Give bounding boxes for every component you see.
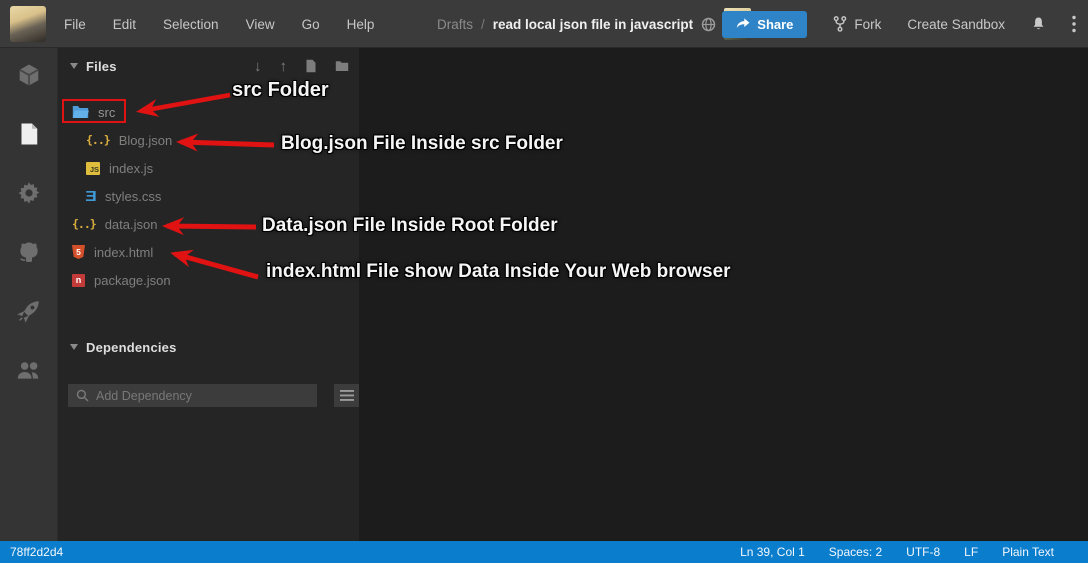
deployment-rocket-icon[interactable] — [16, 298, 42, 324]
create-sandbox-label: Create Sandbox — [907, 16, 1005, 32]
search-icon — [76, 389, 89, 407]
create-sandbox-button[interactable]: Create Sandbox — [907, 17, 1005, 32]
files-explorer-icon[interactable] — [16, 121, 42, 147]
tree-item-styles-css[interactable]: Ǝ styles.css — [58, 182, 359, 210]
file-name: src — [98, 104, 116, 120]
fork-icon — [833, 16, 847, 32]
menu-file[interactable]: File — [64, 17, 86, 32]
editor-pane[interactable] — [359, 48, 1088, 541]
file-name: Blog.json — [118, 132, 173, 148]
file-name: index.html — [94, 244, 154, 260]
file-name: data.json — [104, 216, 158, 232]
tree-item-blog-json[interactable]: {..} Blog.json — [58, 126, 359, 154]
tree-item-src-folder[interactable]: src — [58, 98, 359, 126]
new-folder-icon[interactable] — [335, 60, 349, 72]
user-logo-avatar[interactable] — [10, 6, 46, 42]
tree-item-index-js[interactable]: JS index.js — [58, 154, 359, 182]
status-right-group: Ln 39, Col 1 Spaces: 2 UTF-8 LF Plain Te… — [740, 545, 1054, 559]
notifications-bell-icon[interactable] — [1031, 16, 1046, 32]
file-name: package.json — [94, 272, 171, 288]
css3-file-icon: Ǝ — [85, 187, 97, 205]
fork-button[interactable]: Fork — [833, 16, 881, 32]
topbar-actions: Share Fork Create Sandbox — [722, 0, 1076, 48]
html5-file-icon: 5 — [72, 245, 85, 259]
tree-item-package-json[interactable]: n package.json — [58, 266, 359, 294]
json-braces-icon: {..} — [72, 217, 97, 231]
hamburger-icon — [339, 390, 354, 401]
fork-button-label: Fork — [854, 16, 882, 32]
encoding-setting[interactable]: UTF-8 — [906, 545, 940, 559]
live-collaboration-users-icon[interactable] — [16, 357, 42, 383]
file-name: index.js — [109, 160, 154, 176]
top-menu-bar: File Edit Selection View Go Help Drafts … — [0, 0, 1088, 48]
tree-item-index-html[interactable]: 5 index.html — [58, 238, 359, 266]
menu-edit[interactable]: Edit — [113, 17, 136, 32]
file-name: styles.css — [105, 188, 162, 204]
github-octocat-icon[interactable] — [16, 239, 42, 265]
dependencies-section-header[interactable]: Dependencies — [58, 337, 359, 357]
upload-icon[interactable]: ↑ — [280, 59, 288, 74]
sandbox-title[interactable]: read local json file in javascript — [493, 17, 693, 32]
activity-bar — [0, 48, 58, 541]
javascript-file-icon: JS — [86, 161, 100, 175]
configuration-gear-icon[interactable] — [16, 180, 42, 206]
menu-bar: File Edit Selection View Go Help — [64, 0, 374, 48]
sandbox-cube-icon[interactable] — [16, 62, 42, 88]
add-dependency-input[interactable] — [68, 384, 317, 407]
menu-view[interactable]: View — [246, 17, 275, 32]
chevron-down-icon[interactable] — [70, 344, 78, 350]
breadcrumb-separator: / — [481, 16, 485, 32]
tree-item-data-json[interactable]: {..} data.json — [58, 210, 359, 238]
dependency-menu-button[interactable] — [334, 384, 359, 407]
menu-go[interactable]: Go — [302, 17, 320, 32]
files-section-title: Files — [86, 58, 117, 74]
chevron-down-icon[interactable] — [70, 63, 78, 69]
language-mode[interactable]: Plain Text — [1002, 545, 1054, 559]
menu-help[interactable]: Help — [347, 17, 375, 32]
export-download-icon[interactable]: ↓ — [254, 59, 262, 74]
share-arrow-icon — [736, 18, 750, 30]
explorer-sidebar: Files ↓ ↑ src {..} Blog.json JS index.js… — [58, 48, 359, 541]
new-file-icon[interactable] — [305, 59, 317, 73]
share-button[interactable]: Share — [722, 10, 808, 38]
open-folder-icon — [72, 105, 89, 119]
breadcrumb: Drafts / read local json file in javascr… — [437, 0, 752, 48]
file-tree: src {..} Blog.json JS index.js Ǝ styles.… — [58, 98, 359, 294]
npm-file-icon: n — [72, 273, 85, 287]
files-section-header[interactable]: Files ↓ ↑ — [58, 56, 359, 76]
more-options-kebab-icon[interactable] — [1072, 15, 1076, 33]
codesandbox-editor-window: File Edit Selection View Go Help Drafts … — [0, 0, 1088, 563]
dependencies-section-title: Dependencies — [86, 339, 177, 355]
indentation-setting[interactable]: Spaces: 2 — [829, 545, 882, 559]
commit-hash[interactable]: 78ff2d2d4 — [10, 545, 63, 559]
cursor-position[interactable]: Ln 39, Col 1 — [740, 545, 805, 559]
breadcrumb-parent[interactable]: Drafts — [437, 17, 473, 32]
share-button-label: Share — [757, 16, 794, 32]
files-actions: ↓ ↑ — [254, 59, 349, 74]
add-dependency-row — [58, 384, 359, 407]
menu-selection[interactable]: Selection — [163, 17, 219, 32]
json-braces-icon: {..} — [86, 133, 111, 147]
eol-setting[interactable]: LF — [964, 545, 978, 559]
privacy-globe-icon[interactable] — [701, 17, 716, 32]
status-bar: 78ff2d2d4 Ln 39, Col 1 Spaces: 2 UTF-8 L… — [0, 541, 1088, 563]
